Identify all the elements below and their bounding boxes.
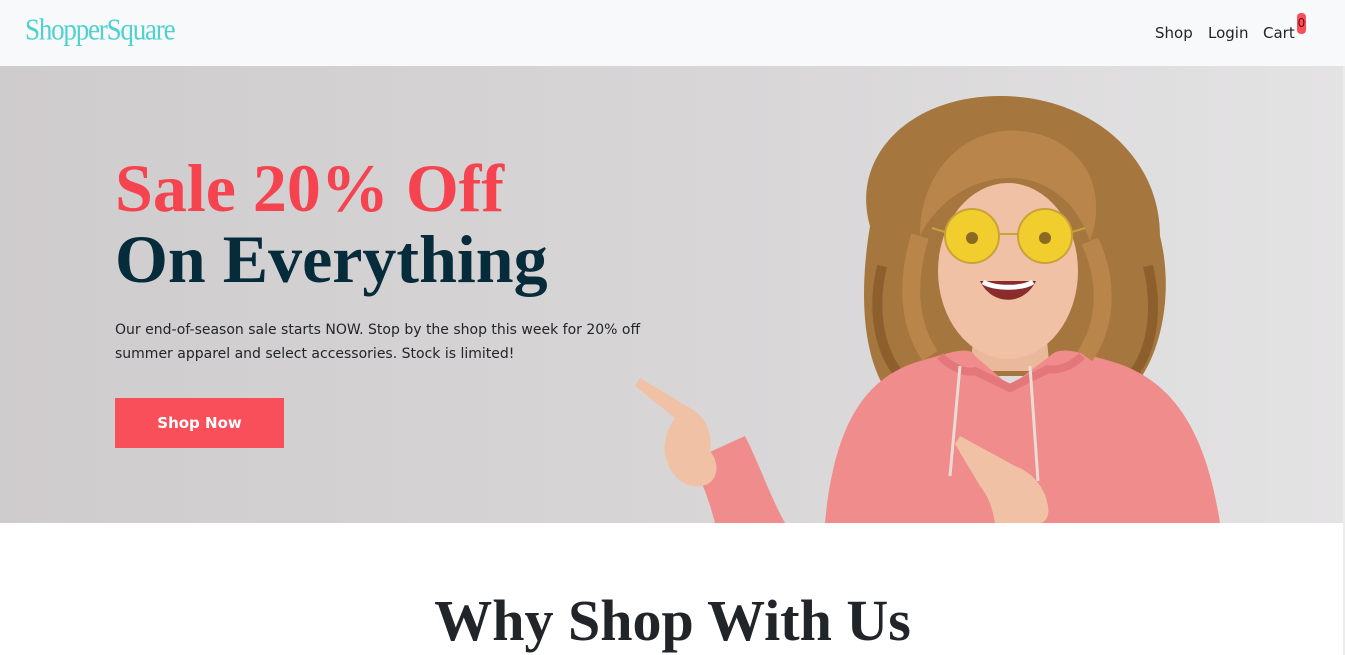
hero-title-sale: Sale 20% Off: [115, 150, 505, 226]
hero-description: Our end-of-season sale starts NOW. Stop …: [115, 322, 641, 362]
hero-banner: Sale 20% Off On Everything Our end-of-se…: [0, 66, 1345, 523]
shop-now-button[interactable]: Shop Now: [115, 398, 284, 448]
brand-logo[interactable]: ShopperSquare: [25, 12, 176, 48]
navbar: ShopperSquare Shop Login Cart 0: [0, 0, 1345, 66]
nav-link-shop[interactable]: Shop: [1155, 24, 1193, 42]
hero-image: [635, 96, 1220, 523]
section-title-why-shop: Why Shop With Us: [434, 588, 911, 653]
cart-count-badge: 0: [1297, 13, 1306, 34]
nav-link-cart[interactable]: Cart: [1263, 24, 1295, 42]
nav-link-login[interactable]: Login: [1208, 24, 1248, 42]
hero-title-everything: On Everything: [115, 221, 548, 297]
